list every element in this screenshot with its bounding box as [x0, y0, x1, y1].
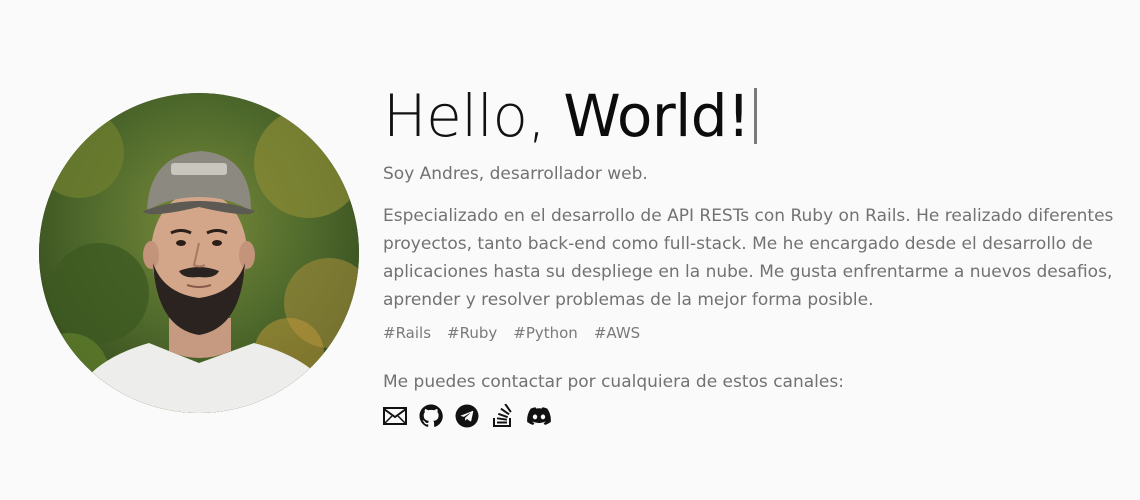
tag-ruby: #Ruby: [447, 324, 498, 342]
tag-python: #Python: [513, 324, 578, 342]
hero-heading: Hello, World!: [383, 80, 1123, 152]
github-icon[interactable]: [419, 404, 443, 428]
contact-channels: [383, 404, 1123, 428]
intro-section: Hello, World! Soy Andres, desarrollador …: [383, 80, 1123, 428]
tag-list: #Rails #Ruby #Python #AWS: [383, 322, 1123, 344]
contact-text: Me puedes contactar por cualquiera de es…: [383, 372, 844, 392]
mail-icon[interactable]: [383, 404, 407, 428]
tag-aws: #AWS: [593, 324, 641, 342]
telegram-icon[interactable]: [455, 404, 479, 428]
hero-highlight: World!: [563, 82, 750, 150]
hero-greeting: Hello,: [383, 82, 564, 150]
subtitle: Soy Andres, desarrollador web.: [383, 164, 648, 184]
bio-paragraph: Especializado en el desarrollo de API RE…: [383, 206, 1114, 310]
profile-photo: [39, 93, 359, 413]
typing-cursor: [753, 88, 757, 144]
tag-rails: #Rails: [383, 324, 432, 342]
discord-icon[interactable]: [527, 404, 551, 428]
profile-page: Hello, World! Soy Andres, desarrollador …: [0, 0, 1140, 500]
stackoverflow-icon[interactable]: [491, 404, 515, 428]
